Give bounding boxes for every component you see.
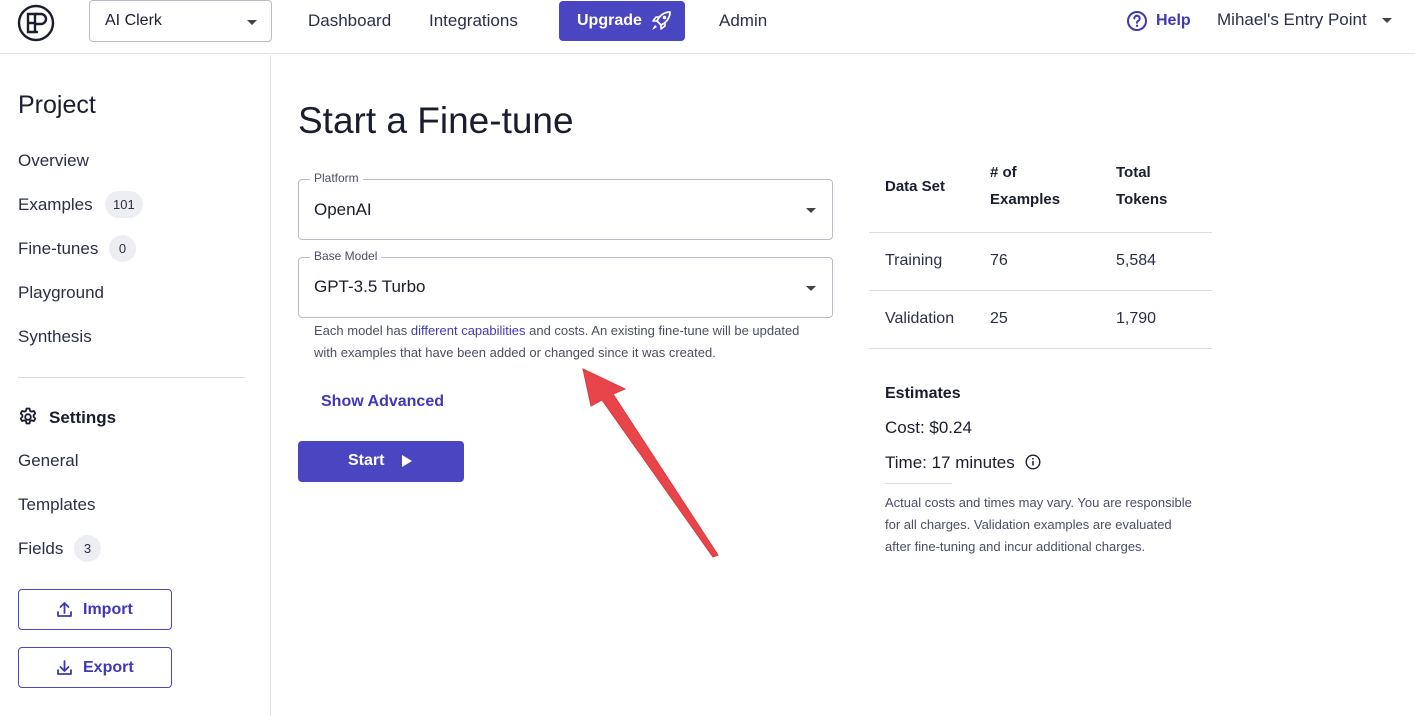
- table-divider: [869, 232, 1212, 233]
- estimate-cost: Cost: $0.24: [885, 418, 972, 437]
- count-badge: 101: [105, 191, 143, 218]
- gear-icon: [19, 407, 37, 425]
- show-advanced-button[interactable]: Show Advanced: [321, 393, 444, 411]
- table-cell-examples: 25: [990, 310, 1008, 327]
- sidebar-item-label: Examples: [18, 195, 93, 214]
- user-menu[interactable]: Mihael's Entry Point: [1217, 10, 1392, 30]
- download-icon: [57, 660, 72, 675]
- sidebar-item-label: General: [18, 451, 79, 470]
- chevron-down-icon: [806, 286, 816, 291]
- sidebar-item-label: Overview: [18, 151, 89, 170]
- sidebar-item-label: Fields: [18, 539, 64, 558]
- count-badge: 3: [74, 535, 101, 562]
- start-button-label: Start: [348, 452, 385, 469]
- table-header-tokens-line1: Total: [1116, 164, 1151, 181]
- estimates-disclaimer: Actual costs and times may vary. You are…: [885, 495, 1192, 554]
- estimate-time: Time: 17 minutes: [885, 453, 1015, 472]
- play-icon: [402, 455, 412, 467]
- upgrade-button-label: Upgrade: [577, 12, 642, 29]
- estimates-divider: [885, 483, 952, 484]
- rocket-icon: [652, 11, 671, 30]
- sidebar-divider: [18, 377, 245, 378]
- help-label: Help: [1156, 12, 1191, 29]
- sidebar-item-label: Fine-tunes: [18, 239, 99, 258]
- export-button-label: Export: [83, 659, 134, 676]
- import-button-label: Import: [83, 601, 133, 618]
- import-button[interactable]: Import: [18, 589, 172, 630]
- table-divider: [869, 290, 1212, 291]
- chevron-down-icon: [247, 20, 257, 25]
- table-header-examples-line2: Examples: [990, 191, 1061, 208]
- base-model-helper-text: Each model has different capabilities an…: [314, 320, 824, 364]
- chevron-down-icon: [1382, 18, 1392, 23]
- sidebar-heading: Project: [18, 91, 96, 119]
- capabilities-link[interactable]: different capabilities: [411, 323, 526, 338]
- nav-integrations[interactable]: Integrations: [429, 11, 518, 31]
- table-cell-set: Training: [885, 252, 943, 269]
- table-header-tokens-line2: Tokens: [1116, 191, 1168, 208]
- platform-select[interactable]: Platform OpenAI: [298, 171, 833, 240]
- info-icon[interactable]: [1025, 454, 1041, 470]
- sidebar-item-label: Templates: [18, 495, 96, 514]
- table-cell-examples: 76: [990, 252, 1008, 269]
- table-cell-tokens: 5,584: [1116, 252, 1157, 269]
- help-icon: [1127, 11, 1147, 31]
- nav-admin[interactable]: Admin: [719, 11, 767, 31]
- sidebar: Project Overview Examples 101 Fine-tunes…: [0, 55, 271, 716]
- table-header-examples-line1: # of: [990, 164, 1017, 181]
- table-cell-set: Validation: [885, 310, 955, 327]
- annotation-arrow: [582, 368, 719, 558]
- settings-heading-label: Settings: [49, 408, 117, 427]
- ep-logo-icon[interactable]: [17, 4, 55, 42]
- start-button[interactable]: Start: [298, 441, 464, 482]
- base-model-select-value: GPT-3.5 Turbo: [314, 277, 426, 296]
- top-bar: AI Clerk Dashboard Integrations Upgrade …: [0, 0, 1415, 54]
- upgrade-button[interactable]: Upgrade: [559, 1, 685, 41]
- sidebar-item-label: Playground: [18, 283, 105, 302]
- page-title: Start a Fine-tune: [298, 100, 574, 141]
- table-divider: [869, 348, 1212, 349]
- export-button[interactable]: Export: [18, 647, 172, 688]
- base-model-select-label: Base Model: [310, 249, 382, 263]
- base-model-select[interactable]: Base Model GPT-3.5 Turbo: [298, 249, 833, 318]
- table-cell-tokens: 1,790: [1116, 310, 1157, 327]
- upload-icon: [57, 602, 72, 617]
- sidebar-item-label: Synthesis: [18, 327, 92, 346]
- estimates-heading: Estimates: [885, 385, 961, 402]
- helper-text-prefix: Each model has: [314, 323, 411, 338]
- table-header-data-set: Data Set: [885, 178, 946, 195]
- user-menu-label: Mihael's Entry Point: [1217, 10, 1367, 29]
- platform-select-label: Platform: [310, 171, 363, 185]
- nav-dashboard[interactable]: Dashboard: [308, 11, 391, 31]
- chevron-down-icon: [806, 208, 816, 213]
- project-select-value: AI Clerk: [105, 12, 162, 29]
- count-badge: 0: [109, 235, 136, 262]
- project-select[interactable]: AI Clerk: [89, 0, 272, 42]
- platform-select-value: OpenAI: [314, 200, 372, 219]
